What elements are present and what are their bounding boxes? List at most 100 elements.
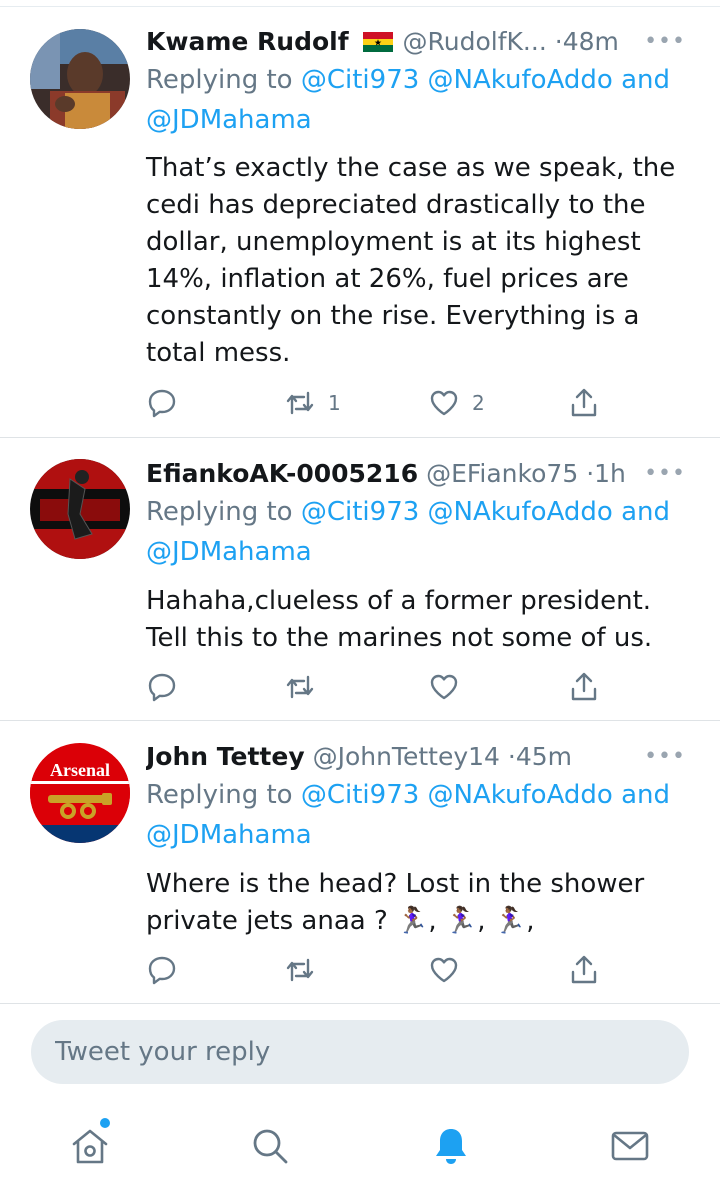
tweet-text-line: total mess. <box>146 338 291 368</box>
tweet-text-line: dollar, unemployment is at its highest <box>146 227 641 257</box>
reply-button[interactable] <box>146 950 178 990</box>
tweet-reply-input[interactable] <box>31 1020 655 1084</box>
separator-dot: · <box>554 27 563 56</box>
retweet-icon <box>286 675 314 699</box>
display-name[interactable]: EfiankoAK-0005216 <box>146 459 418 488</box>
tweet-header: John Tettey @JohnTettey14 ·45m <box>146 739 700 775</box>
user-handle[interactable]: @JohnTettey14 <box>313 742 500 771</box>
heart-icon <box>430 674 458 700</box>
tweet-text-line: That’s exactly the case as we speak, the <box>146 153 676 183</box>
tab-messages[interactable] <box>608 1124 652 1168</box>
share-button[interactable] <box>568 667 600 707</box>
tweet[interactable]: Kwame Rudolf @RudolfK... ·48m ••• Replyi… <box>0 0 720 437</box>
heart-icon <box>430 390 458 416</box>
reply-icon <box>148 389 176 418</box>
avatar[interactable]: Arsenal <box>30 743 130 843</box>
avatar-photo <box>30 459 130 559</box>
tweet-text-line: 14%, inflation at 26%, fuel prices are <box>146 264 629 294</box>
user-handle[interactable]: @RudolfK... <box>403 27 547 56</box>
home-icon <box>72 1129 108 1164</box>
messages-envelope-icon <box>611 1131 649 1161</box>
like-button[interactable] <box>428 950 472 990</box>
tweet[interactable]: Arsenal John Tettey @JohnTettey14 ·45m •… <box>0 721 720 1003</box>
more-options-icon[interactable]: ••• <box>644 24 686 60</box>
display-name[interactable]: Kwame Rudolf <box>146 27 349 56</box>
retweet-button[interactable] <box>284 950 328 990</box>
reply-composer[interactable] <box>31 1020 689 1084</box>
replying-prefix: Replying to <box>146 65 293 95</box>
like-count: 2 <box>472 391 485 415</box>
mention-and[interactable]: and <box>621 780 670 810</box>
arsenal-crest-avatar: Arsenal <box>30 743 130 843</box>
mention-link[interactable]: @Citi973 <box>301 497 419 527</box>
retweet-count: 1 <box>328 391 341 415</box>
tweet[interactable]: EfiankoAK-0005216 @EFianko75 ·1h ••• Rep… <box>0 438 720 720</box>
share-icon <box>571 672 597 701</box>
tweet-header: EfiankoAK-0005216 @EFianko75 ·1h <box>146 456 700 492</box>
mention-link[interactable]: @Citi973 <box>301 780 419 810</box>
share-icon <box>571 955 597 984</box>
replying-to: Replying to @Citi973 @NAkufoAddo and @JD… <box>146 775 700 855</box>
mention-link[interactable]: @NAkufoAddo <box>428 497 613 527</box>
tweet-header: Kwame Rudolf @RudolfK... ·48m <box>146 24 700 60</box>
avatar[interactable] <box>30 459 130 559</box>
tweet-text: Hahaha,clueless of a former president. T… <box>146 583 694 657</box>
more-options-icon[interactable]: ••• <box>644 739 686 775</box>
tweet-actions <box>146 667 616 707</box>
separator-dot: · <box>586 459 595 488</box>
replying-prefix: Replying to <box>146 497 293 527</box>
retweet-button[interactable] <box>284 667 328 707</box>
share-button[interactable] <box>568 383 600 423</box>
divider <box>0 1003 720 1004</box>
like-button[interactable] <box>428 667 472 707</box>
tweet-text: Where is the head? Lost in the shower pr… <box>146 866 694 940</box>
tab-search[interactable] <box>248 1124 292 1168</box>
mention-and[interactable]: and <box>621 65 670 95</box>
tweet-text-line: private jets anaa ? 🏃🏾‍♀️, 🏃🏾‍♀️, 🏃🏾‍♀️, <box>146 906 535 936</box>
like-button[interactable]: 2 <box>428 383 485 423</box>
retweet-button[interactable]: 1 <box>284 383 341 423</box>
tweet-text-line: constantly on the rise. Everything is a <box>146 301 640 331</box>
search-icon <box>253 1129 288 1164</box>
reply-button[interactable] <box>146 667 178 707</box>
tweet-text-line: Tell this to the marines not some of us. <box>146 623 653 653</box>
mention-link[interactable]: @JDMahama <box>146 820 312 850</box>
mention-link[interactable]: @NAkufoAddo <box>428 65 613 95</box>
retweet-icon <box>286 958 314 982</box>
mention-link[interactable]: @JDMahama <box>146 105 312 135</box>
tweet-text-line: Hahaha,clueless of a former president. <box>146 586 652 616</box>
reply-button[interactable] <box>146 383 178 423</box>
display-name[interactable]: John Tettey <box>146 742 305 771</box>
tweet-text-line: Where is the head? Lost in the shower <box>146 869 645 899</box>
timestamp[interactable]: 48m <box>563 27 619 56</box>
retweet-icon <box>286 391 314 415</box>
mention-link[interactable]: @Citi973 <box>301 65 419 95</box>
user-handle[interactable]: @EFianko75 <box>426 459 578 488</box>
tweet-text: That’s exactly the case as we speak, the… <box>146 150 694 372</box>
mention-and[interactable]: and <box>621 497 670 527</box>
tweet-actions <box>146 950 616 990</box>
heart-icon <box>430 957 458 983</box>
more-options-icon[interactable]: ••• <box>644 456 686 492</box>
tab-notifications[interactable] <box>429 1124 473 1168</box>
reply-icon <box>148 956 176 985</box>
reply-icon <box>148 673 176 702</box>
mention-link[interactable]: @NAkufoAddo <box>428 780 613 810</box>
replying-prefix: Replying to <box>146 780 293 810</box>
notifications-bell-icon <box>436 1129 466 1164</box>
avatar-photo <box>30 29 130 129</box>
share-button[interactable] <box>568 950 600 990</box>
tweet-actions: 1 2 <box>146 383 616 423</box>
timestamp[interactable]: 1h <box>594 459 626 488</box>
timestamp[interactable]: 45m <box>516 742 572 771</box>
ghana-flag-icon <box>362 32 393 52</box>
replying-to: Replying to @Citi973 @NAkufoAddo and @JD… <box>146 60 700 140</box>
tab-home[interactable] <box>68 1124 112 1168</box>
tweet-text-line: cedi has depreciated drastically to the <box>146 190 646 220</box>
share-icon <box>571 388 597 417</box>
home-notification-dot <box>100 1118 110 1128</box>
mention-link[interactable]: @JDMahama <box>146 537 312 567</box>
separator-dot: · <box>507 742 516 771</box>
avatar[interactable] <box>30 29 130 129</box>
replying-to: Replying to @Citi973 @NAkufoAddo and @JD… <box>146 492 700 572</box>
